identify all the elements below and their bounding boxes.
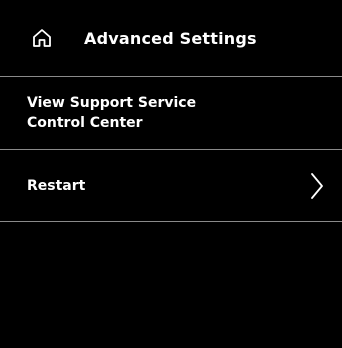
home-button[interactable] [30, 26, 54, 50]
menu-item-label: View Support Service Control Center [27, 95, 197, 131]
page-title: Advanced Settings [84, 28, 257, 48]
menu-item-restart[interactable]: Restart [0, 150, 342, 222]
header-bar: Advanced Settings [0, 0, 342, 77]
menu-item-view-support-service[interactable]: View Support Service Control Center [0, 77, 342, 150]
chevron-right-icon [311, 172, 323, 199]
home-icon [33, 29, 51, 47]
advanced-settings-screen: Advanced Settings View Support Service C… [0, 0, 342, 348]
menu-item-label: Restart [27, 177, 86, 194]
